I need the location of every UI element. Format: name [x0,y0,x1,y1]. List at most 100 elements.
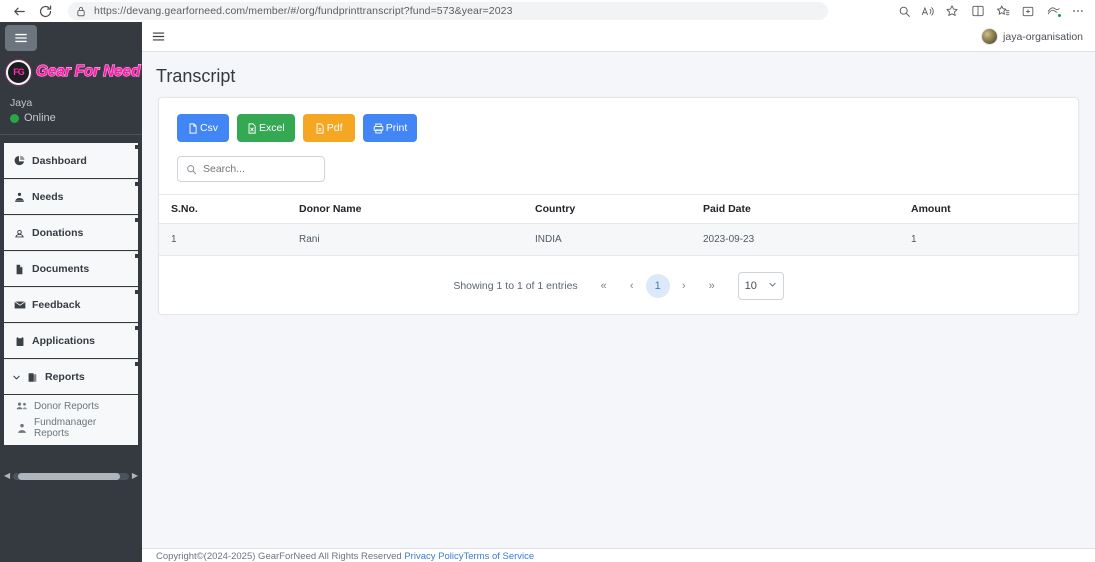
pagination-prev-button[interactable]: ‹ [618,273,646,299]
column-header-paid-date[interactable]: Paid Date [703,194,911,224]
sidebar-item-documents[interactable]: Documents [4,251,142,286]
user-panel: Jaya Online [0,89,142,135]
more-options-icon[interactable] [1067,1,1089,21]
search-input[interactable] [203,163,316,175]
browser-essentials-status-dot [1057,13,1062,18]
donations-icon [12,228,27,239]
clipboard-icon [12,336,27,347]
nav-edge-marker [135,290,142,294]
scroll-left-arrow-icon[interactable]: ◀ [4,472,10,480]
browser-toolbar: https://devang.gearforneed.com/member/#/… [0,0,1095,22]
nav-edge-marker [135,145,142,149]
transcript-card: Csv Excel Pdf Print Search... S.No. Dono… [158,97,1079,315]
dashboard-pie-icon [12,155,27,166]
sidebar-horizontal-scrollbar[interactable]: ◀ ▶ [4,470,138,482]
sidebar-item-label: Feedback [32,299,81,311]
scrollbar-thumb[interactable] [17,472,120,480]
search-icon [186,164,197,175]
export-pdf-label: Pdf [326,122,343,134]
scroll-right-arrow-icon[interactable]: ▶ [132,472,138,480]
user-status-label: Online [24,112,56,124]
table-row[interactable]: 1 Rani INDIA 2023-09-23 1 [159,223,1078,256]
transcript-table: S.No. Donor Name Country Paid Date Amoun… [159,194,1078,256]
users-group-icon [14,401,29,411]
export-csv-button[interactable]: Csv [177,114,229,142]
url-text: https://devang.gearforneed.com/member/#/… [94,5,513,17]
sidebar: FG Gear For Need Jaya Online Dashboard N… [0,22,142,562]
brand-logo[interactable]: FG Gear For Need [0,55,142,89]
page-size-value: 10 [744,280,757,292]
sidebar-item-dashboard[interactable]: Dashboard [4,143,142,178]
cell-donor-name: Rani [299,223,535,256]
pagination-last-button[interactable]: » [698,273,726,299]
column-header-sno[interactable]: S.No. [159,194,299,224]
file-pdf-icon [315,122,325,134]
cell-country: INDIA [535,223,703,256]
application-window: FG Gear For Need Jaya Online Dashboard N… [0,22,1095,562]
top-navbar: jaya-organisation [142,22,1095,52]
user-menu[interactable]: jaya-organisation [981,28,1085,45]
browser-essentials-icon[interactable] [1042,1,1064,21]
pagination-info: Showing 1 to 1 of 1 entries [453,280,578,292]
export-excel-label: Excel [259,122,285,134]
collections-icon[interactable] [1017,1,1039,21]
page-title: Transcript [156,66,236,86]
nav-edge-marker [135,362,142,366]
read-aloud-icon[interactable] [917,1,939,21]
pagination-first-button[interactable]: « [590,273,618,299]
sidebar-subnav-spacer [4,439,138,445]
reload-button[interactable] [32,1,58,21]
terms-of-service-link[interactable]: Terms of Service [463,551,534,562]
search-row [159,156,1078,194]
sidebar-item-label: Needs [32,191,64,203]
pagination-page-1[interactable]: 1 [645,274,670,298]
address-bar[interactable]: https://devang.gearforneed.com/member/#/… [68,2,828,20]
pagination-next-button[interactable]: › [670,273,698,299]
page-header: Transcript [142,52,1095,97]
sidebar-item-donations[interactable]: Donations [4,215,142,250]
column-header-donor-name[interactable]: Donor Name [299,194,535,224]
privacy-policy-link[interactable]: Privacy Policy [404,551,463,562]
scrollbar-track[interactable] [13,472,129,480]
footer-copyright: Copyright©(2024-2025) GearForNeed All Ri… [156,551,402,562]
nav-edge-marker [135,326,142,330]
search-icon[interactable] [893,1,915,21]
printer-icon [373,123,384,134]
favorite-star-icon[interactable] [941,1,963,21]
cell-sno: 1 [159,223,299,256]
sidebar-subitem-fundmanager-reports[interactable]: Fundmanager Reports [4,417,138,439]
page-size-select[interactable]: 10 [737,272,784,300]
favorites-icon[interactable] [992,1,1014,21]
sidebar-item-applications[interactable]: Applications [4,323,142,358]
export-pdf-button[interactable]: Pdf [302,114,355,142]
nav-edge-marker [135,218,142,222]
brand-badge-icon: FG [6,59,31,85]
column-header-country[interactable]: Country [535,194,703,224]
chevron-down-icon [768,280,777,292]
split-screen-icon[interactable] [967,1,989,21]
export-excel-button[interactable]: Excel [237,114,295,142]
export-csv-label: Csv [199,122,219,134]
back-button[interactable] [6,1,32,21]
nav-edge-marker [135,182,142,186]
user-tie-icon [14,423,29,434]
user-status: Online [10,112,132,124]
sidebar-item-label: Dashboard [32,154,87,167]
hamburger-menu-icon[interactable] [152,31,165,42]
sidebar-item-reports[interactable]: Reports [4,359,142,394]
sidebar-item-label: Documents [32,263,90,275]
sidebar-subitem-donor-reports[interactable]: Donor Reports [4,395,138,417]
file-excel-icon [247,122,257,134]
sidebar-item-needs[interactable]: Needs [4,179,142,214]
envelope-icon [12,300,27,310]
print-button[interactable]: Print [362,114,418,142]
column-header-amount[interactable]: Amount [911,194,1078,224]
sidebar-subitem-label: Donor Reports [34,400,100,412]
footer: Copyright©(2024-2025) GearForNeed All Ri… [142,548,1095,562]
sidebar-toggle-button[interactable] [5,25,37,51]
table-header-row: S.No. Donor Name Country Paid Date Amoun… [159,194,1078,224]
pagination: Showing 1 to 1 of 1 entries « ‹ 1 › » 10 [159,256,1078,314]
nav-edge-marker [135,254,142,258]
search-box[interactable] [177,156,325,182]
sidebar-item-feedback[interactable]: Feedback [4,287,142,322]
